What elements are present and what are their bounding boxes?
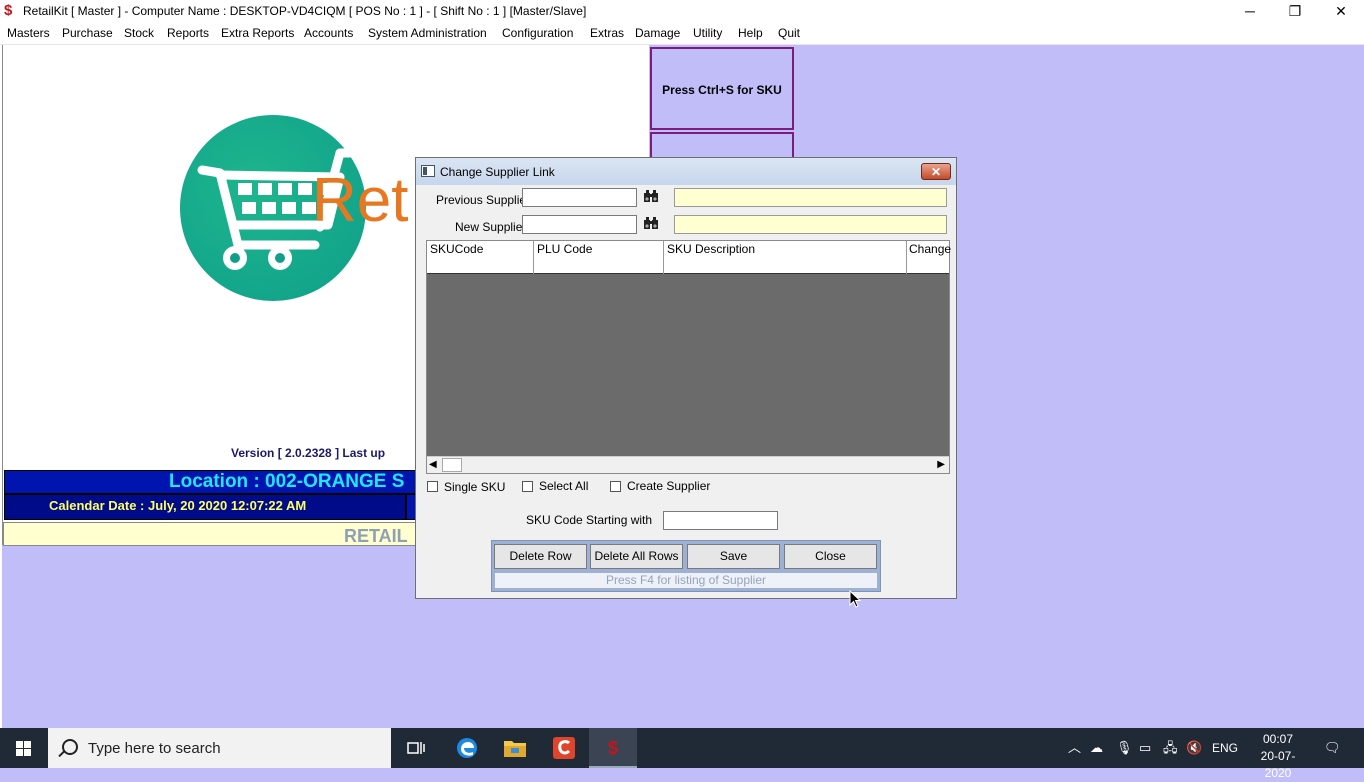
grid-header: SKUCode PLU Code SKU Description Change <box>427 241 951 259</box>
clock-time: 00:07 <box>1262 732 1294 746</box>
col-sku-description[interactable]: SKU Description <box>667 242 755 256</box>
menu-stock[interactable]: Stock <box>124 26 154 40</box>
menu-utility[interactable]: Utility <box>693 26 722 40</box>
mouse-cursor-icon <box>849 590 861 608</box>
search-placeholder: Type here to search <box>88 740 221 757</box>
single-sku-label[interactable]: Single SKU <box>444 480 505 494</box>
sku-code-start-label: SKU Code Starting with <box>526 513 653 527</box>
change-supplier-link-dialog: Change Supplier Link ✕ Previous Supplier… <box>415 157 957 599</box>
new-supplier-input[interactable] <box>522 215 637 234</box>
new-supplier-search-icon[interactable] <box>642 216 660 234</box>
supplier-listing-hint: Press F4 for listing of Supplier <box>495 573 877 588</box>
retailkit-taskbar-icon[interactable]: $ <box>589 728 637 768</box>
menu-damage[interactable]: Damage <box>635 26 680 40</box>
edge-browser-icon[interactable] <box>443 728 491 768</box>
microphone-icon[interactable]: 🎙 <box>1116 728 1133 768</box>
retail-text: RETAIL <box>344 526 408 546</box>
menu-accounts[interactable]: Accounts <box>304 26 353 40</box>
app-dollar-icon: $ <box>4 2 13 19</box>
single-sku-checkbox[interactable] <box>427 481 438 492</box>
clock-date: 20-07-2020 <box>1260 749 1296 780</box>
col-plu-code[interactable]: PLU Code <box>537 242 592 256</box>
scroll-thumb[interactable] <box>442 458 462 472</box>
col-skucode[interactable]: SKUCode <box>430 242 483 256</box>
sku-shortcut-panel[interactable]: Press Ctrl+S for SKU <box>650 47 794 130</box>
new-supplier-label: New Supplier <box>455 220 527 234</box>
taskbar: Type here to search $ ︿ ☁ 🎙 ▭ 🖧 🔇 ENG 00… <box>0 728 1364 780</box>
notifications-icon[interactable]: 🗨 <box>1324 728 1341 768</box>
calendar-date: Calendar Date : July, 20 2020 12:07:22 A… <box>49 498 307 513</box>
menu-extra-reports[interactable]: Extra Reports <box>221 26 294 40</box>
sku-code-start-input[interactable] <box>663 511 778 530</box>
menu-reports[interactable]: Reports <box>167 26 209 40</box>
button-panel: Delete Row Delete All Rows Save Close Pr… <box>491 540 881 592</box>
minimize-button[interactable]: ─ <box>1227 0 1273 23</box>
show-hidden-icons-icon[interactable]: ︿ <box>1068 728 1081 768</box>
previous-supplier-input[interactable] <box>522 188 637 207</box>
previous-supplier-label: Previous Supplier <box>436 193 531 207</box>
location-bar: Location : 002-ORANGE S <box>4 470 416 494</box>
dialog-title-bar[interactable]: Change Supplier Link ✕ <box>416 158 956 185</box>
taskbar-search-box[interactable]: Type here to search <box>48 728 391 768</box>
search-icon <box>62 739 78 755</box>
retail-bar: RETAIL <box>3 522 416 546</box>
network-icon[interactable]: 🖧 <box>1163 728 1178 768</box>
logo-wordmark: Ret <box>312 166 409 235</box>
task-view-icon[interactable] <box>392 728 440 768</box>
window-title: RetailKit [ Master ] - Computer Name : D… <box>23 4 587 18</box>
battery-icon[interactable]: ▭ <box>1139 728 1151 768</box>
close-button[interactable]: Close <box>784 544 877 569</box>
scroll-left-icon[interactable]: ◀ <box>429 459 437 470</box>
scroll-right-icon[interactable]: ▶ <box>937 459 945 470</box>
close-window-button[interactable]: ✕ <box>1318 0 1364 23</box>
menu-quit[interactable]: Quit <box>778 26 800 40</box>
select-all-label[interactable]: Select All <box>539 479 588 493</box>
menu-help[interactable]: Help <box>738 26 763 40</box>
sku-shortcut-label: Press Ctrl+S for SKU <box>662 83 782 97</box>
grid-horizontal-scrollbar[interactable]: ◀ ▶ <box>427 456 949 473</box>
onedrive-icon[interactable]: ☁ <box>1090 728 1103 768</box>
new-supplier-name <box>674 215 947 234</box>
title-bar: $ RetailKit [ Master ] - Computer Name :… <box>0 0 1364 23</box>
previous-supplier-search-icon[interactable] <box>642 189 660 207</box>
calendar-bar: Calendar Date : July, 20 2020 12:07:22 A… <box>4 494 406 520</box>
dialog-window-icon <box>421 165 435 177</box>
select-all-checkbox[interactable] <box>522 481 533 492</box>
save-button[interactable]: Save <box>687 544 780 569</box>
menu-extras[interactable]: Extras <box>590 26 624 40</box>
file-explorer-icon[interactable] <box>491 728 539 768</box>
col-separator <box>663 241 664 274</box>
volume-muted-icon[interactable]: 🔇 <box>1186 728 1202 768</box>
menu-system-administration[interactable]: System Administration <box>368 26 487 40</box>
menu-configuration[interactable]: Configuration <box>502 26 573 40</box>
taskbar-clock[interactable]: 00:07 20-07-2020 <box>1252 731 1304 782</box>
col-separator <box>533 241 534 274</box>
menu-purchase[interactable]: Purchase <box>62 26 113 40</box>
dialog-close-button[interactable]: ✕ <box>921 163 951 180</box>
delete-row-button[interactable]: Delete Row <box>494 544 587 569</box>
restore-button[interactable]: ❐ <box>1272 0 1318 23</box>
menu-masters[interactable]: Masters <box>7 26 50 40</box>
location-text: Location : 002-ORANGE S <box>169 471 405 492</box>
windows-icon <box>16 741 31 756</box>
col-change[interactable]: Change <box>909 242 951 256</box>
col-separator <box>906 241 907 274</box>
delete-all-rows-button[interactable]: Delete All Rows <box>590 544 683 569</box>
menu-bar: Masters Purchase Stock Reports Extra Rep… <box>0 23 1364 45</box>
previous-supplier-name <box>674 188 947 207</box>
language-indicator[interactable]: ENG <box>1212 728 1238 768</box>
start-button[interactable] <box>0 728 48 768</box>
sku-grid[interactable]: SKUCode PLU Code SKU Description Change … <box>426 240 951 474</box>
version-label: Version [ 2.0.2328 ] Last up <box>231 446 386 460</box>
dialog-title: Change Supplier Link <box>440 165 555 179</box>
table-row[interactable] <box>427 258 949 274</box>
ccleaner-icon[interactable] <box>540 728 588 768</box>
create-supplier-checkbox[interactable] <box>610 481 621 492</box>
create-supplier-label[interactable]: Create Supplier <box>627 479 710 493</box>
